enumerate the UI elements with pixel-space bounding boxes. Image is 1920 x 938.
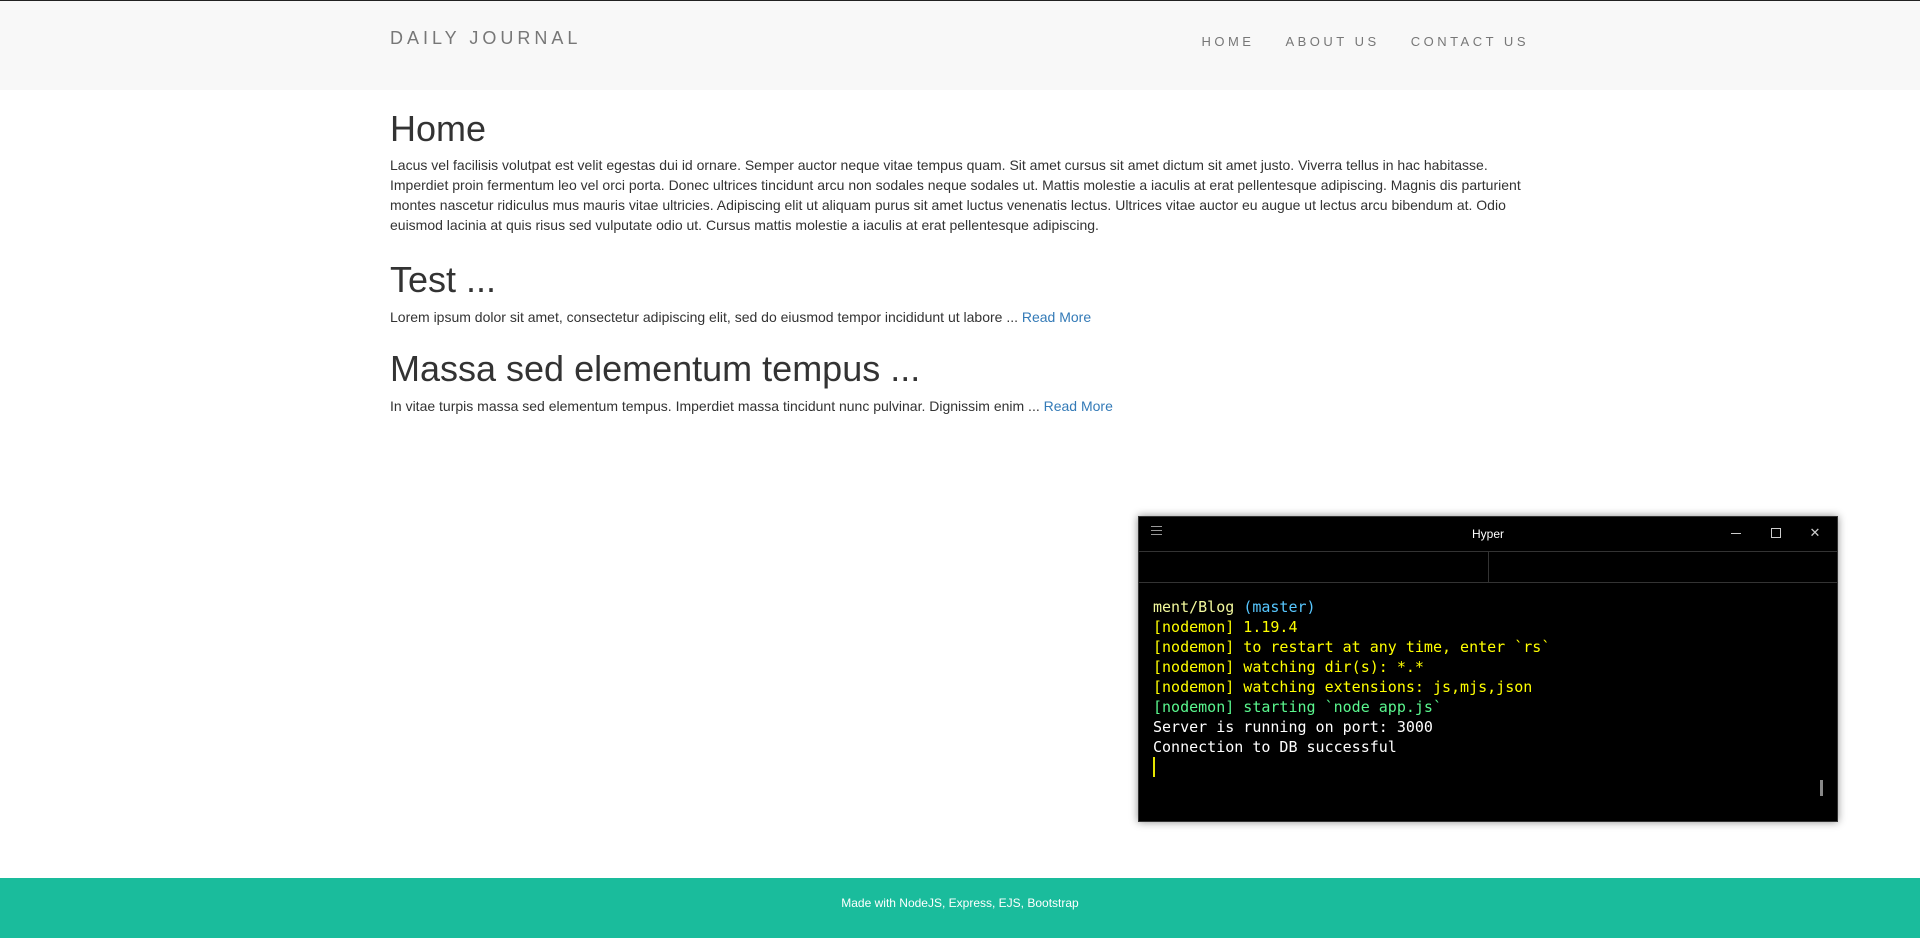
navbar: DAILY JOURNAL HOME ABOUT US CONTACT US: [0, 1, 1920, 90]
footer-text: Made with NodeJS, Express, EJS, Bootstra…: [841, 896, 1079, 910]
terminal-line: Connection to DB successful: [1153, 737, 1823, 757]
terminal-tab[interactable]: [1139, 552, 1489, 582]
terminal-line: Server is running on port: 3000: [1153, 717, 1823, 737]
terminal-line-text: Connection to DB successful: [1153, 738, 1397, 756]
read-more-link[interactable]: Read More: [1044, 398, 1113, 414]
terminal-line: [nodemon] watching extensions: js,mjs,js…: [1153, 677, 1823, 697]
home-body: Lacus vel facilisis volutpat est velit e…: [390, 157, 1521, 234]
post-title: Massa sed elementum tempus ...: [390, 348, 921, 389]
nav-link-about-us[interactable]: ABOUT US: [1285, 34, 1379, 49]
read-more-link[interactable]: Read More: [1022, 309, 1091, 325]
brand-logo[interactable]: DAILY JOURNAL: [390, 28, 581, 49]
maximize-icon[interactable]: [1768, 525, 1784, 541]
hyper-terminal-window[interactable]: Hyper ✕ ment/Blog (master) [nodemon] 1.19…: [1138, 516, 1838, 822]
post-item: Test ... Lorem ipsum dolor sit amet, con…: [390, 258, 1091, 327]
terminal-scrollbar[interactable]: [1820, 780, 1823, 796]
post-item: Massa sed elementum tempus ... In vitae …: [390, 347, 1113, 416]
terminal-output[interactable]: ment/Blog (master) [nodemon] 1.19.4 [nodem…: [1153, 597, 1823, 777]
terminal-line-text: ment/Blog: [1153, 598, 1244, 616]
terminal-line: [nodemon] watching dir(s): *.*: [1153, 657, 1823, 677]
terminal-line-text: [nodemon] starting `node app.js`: [1153, 698, 1442, 716]
minimize-icon[interactable]: [1728, 525, 1744, 541]
post-title: Test ...: [390, 259, 497, 300]
nav-link-contact-us[interactable]: CONTACT US: [1411, 34, 1529, 49]
terminal-line: ment/Blog (master): [1153, 597, 1823, 617]
terminal-line-text: [nodemon] watching dir(s): *.*: [1153, 658, 1424, 676]
nav-link-home[interactable]: HOME: [1201, 34, 1254, 49]
terminal-line-text: (master): [1243, 598, 1316, 616]
terminal-titlebar[interactable]: Hyper ✕: [1139, 517, 1837, 551]
terminal-line-text: [nodemon] watching extensions: js,mjs,js…: [1153, 678, 1533, 696]
post-excerpt-text: In vitae turpis massa sed elementum temp…: [390, 398, 1040, 415]
terminal-tab[interactable]: [1489, 552, 1837, 582]
terminal-cursor-line: [1153, 757, 1823, 777]
main-content: Home Lacus vel facilisis volutpat est ve…: [390, 107, 1530, 414]
terminal-line: [nodemon] 1.19.4: [1153, 617, 1823, 637]
post-excerpt-text: Lorem ipsum dolor sit amet, consectetur …: [390, 309, 1018, 326]
terminal-line-text: [nodemon] 1.19.4: [1153, 618, 1298, 636]
terminal-line: [nodemon] to restart at any time, enter …: [1153, 637, 1823, 657]
page-title: Home: [390, 108, 487, 149]
nav-links: HOME ABOUT US CONTACT US: [1170, 34, 1529, 49]
terminal-line-text: Server is running on port: 3000: [1153, 718, 1433, 736]
terminal-cursor: [1153, 757, 1155, 777]
terminal-tabs: [1139, 551, 1837, 583]
terminal-line: [nodemon] starting `node app.js`: [1153, 697, 1823, 717]
terminal-line-text: [nodemon] to restart at any time, enter …: [1153, 638, 1551, 656]
close-icon[interactable]: ✕: [1807, 525, 1823, 541]
footer: Made with NodeJS, Express, EJS, Bootstra…: [0, 878, 1920, 938]
post-excerpt: In vitae turpis massa sed elementum temp…: [390, 396, 1113, 416]
post-excerpt: Lorem ipsum dolor sit amet, consectetur …: [390, 307, 1091, 327]
home-section: Home Lacus vel facilisis volutpat est ve…: [390, 107, 1530, 235]
